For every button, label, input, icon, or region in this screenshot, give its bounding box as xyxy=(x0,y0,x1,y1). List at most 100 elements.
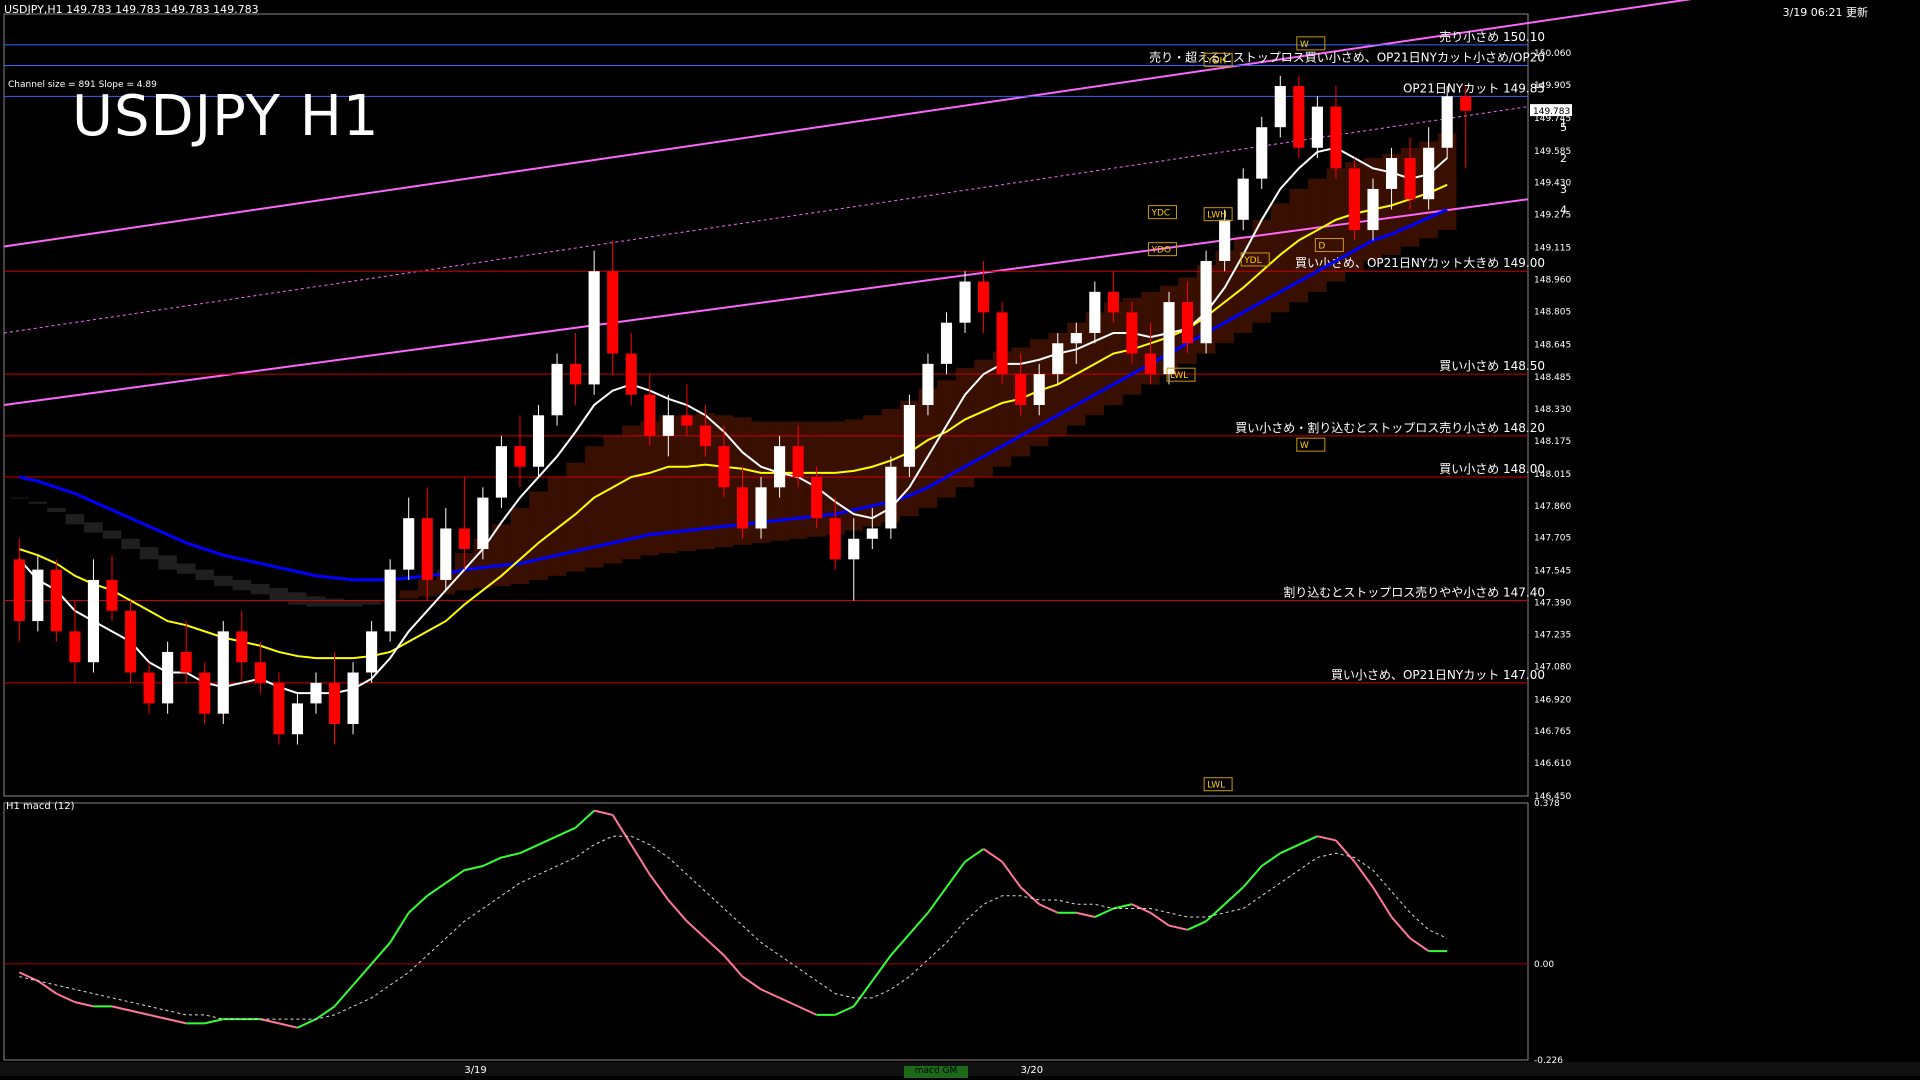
macd-line-segment xyxy=(667,899,688,922)
macd-line-segment xyxy=(18,971,39,982)
macd-line-segment xyxy=(278,1022,298,1029)
candle-body xyxy=(1423,147,1435,200)
y-tick-label: 149.115 xyxy=(1534,244,1571,254)
price-level-label: OP21日NYカット 149.85 xyxy=(1403,81,1545,95)
macd-line-segment xyxy=(315,1005,336,1020)
price-level-label: 買い小さめ 148.00 xyxy=(1439,462,1545,476)
ichimoku-cloud-segment xyxy=(399,590,418,599)
candle-body xyxy=(1330,106,1342,169)
candle-body xyxy=(681,415,693,426)
macd-line-segment xyxy=(1168,924,1188,931)
level-tag: D xyxy=(1318,242,1325,252)
candle-body xyxy=(736,487,749,529)
y-tick-label: 147.860 xyxy=(1534,502,1571,512)
candle-body xyxy=(866,528,878,539)
candle-body xyxy=(940,322,953,364)
candle-body xyxy=(551,363,563,416)
macd-line-segment xyxy=(148,1013,168,1021)
macd-line-segment xyxy=(37,980,57,995)
y-tick-label: 148.330 xyxy=(1534,405,1571,415)
candle-body xyxy=(217,631,229,714)
level-tag: LWH xyxy=(1207,211,1227,221)
candle-body xyxy=(978,281,990,313)
indicator-tag[interactable]: macd GM xyxy=(904,1066,968,1078)
candle-body xyxy=(514,446,526,467)
candle-body xyxy=(1070,332,1082,344)
candle-body xyxy=(328,682,341,724)
candle-body xyxy=(792,446,804,478)
ichimoku-cloud-segment xyxy=(232,579,252,591)
macd-line-segment xyxy=(333,984,354,1008)
ichimoku-cloud-segment xyxy=(529,491,548,580)
candle-body xyxy=(1126,312,1138,354)
candle-body xyxy=(959,281,971,323)
price-level-label: 買い小さめ 148.50 xyxy=(1439,359,1545,373)
ichimoku-cloud-segment xyxy=(47,507,66,513)
price-chart[interactable]: 150.060149.905149.745149.585149.430149.2… xyxy=(0,0,1920,1080)
macd-line-segment xyxy=(260,1018,280,1025)
ichimoku-cloud-segment xyxy=(158,555,177,570)
macd-tick-label: 0.378 xyxy=(1534,799,1560,809)
macd-line-segment xyxy=(426,882,447,897)
candle-body xyxy=(848,538,860,560)
candle-body xyxy=(774,446,786,488)
candle-body xyxy=(1219,219,1231,261)
macd-line-segment xyxy=(611,814,633,846)
level-tag: YDO xyxy=(1150,246,1171,256)
y-tick-label: 146.920 xyxy=(1534,695,1571,705)
candle-body xyxy=(829,518,841,560)
candle-body xyxy=(1256,127,1268,179)
ichimoku-cloud-segment xyxy=(306,596,326,607)
level-tag: YDH xyxy=(1206,56,1226,66)
macd-line-segment xyxy=(352,963,373,986)
macd-line-segment xyxy=(1390,916,1411,939)
candle-body xyxy=(106,579,118,611)
y-tick-label: 148.175 xyxy=(1534,437,1571,447)
candle-body xyxy=(996,312,1008,375)
ichimoku-cloud-segment xyxy=(195,569,214,580)
ichimoku-cloud-segment xyxy=(1233,236,1253,333)
ichimoku-cloud-segment xyxy=(10,497,29,499)
macd-line-segment xyxy=(538,835,558,846)
level-tag: LWL xyxy=(1207,781,1225,791)
macd-line-segment xyxy=(1279,843,1300,855)
macd-line-segment xyxy=(834,1005,855,1016)
macd-line-segment xyxy=(167,1018,187,1025)
candle-body xyxy=(477,497,489,550)
macd-line-segment xyxy=(519,843,539,855)
candle-body xyxy=(495,446,507,498)
macd-line-segment xyxy=(464,864,484,872)
time-axis-label: 3/19 xyxy=(464,1065,486,1076)
candle-body xyxy=(532,415,545,467)
y-tick-label: 146.610 xyxy=(1534,759,1571,769)
candle-body xyxy=(1015,374,1027,405)
candle-body xyxy=(1200,260,1212,344)
candle-body xyxy=(384,569,396,632)
ichimoku-cloud-segment xyxy=(566,462,585,572)
macd-line-segment xyxy=(1353,861,1374,888)
chart-window: USDJPY,H1 149.783 149.783 149.783 149.78… xyxy=(0,0,1920,1080)
macd-line-segment xyxy=(556,826,577,838)
candle-body xyxy=(625,353,637,395)
candle-body xyxy=(1367,188,1379,231)
macd-panel-frame xyxy=(3,802,1529,1061)
macd-line-segment xyxy=(1242,865,1263,888)
projection-number: 5 xyxy=(1560,121,1567,134)
ichimoku-cloud-segment xyxy=(84,522,103,533)
candle-body xyxy=(811,477,823,519)
price-level-label: 買い小さめ・割り込むとストップロス売り小さめ 148.20 xyxy=(1235,420,1545,435)
macd-line-segment xyxy=(983,848,1003,863)
macd-line-segment xyxy=(1205,903,1226,923)
candle-body xyxy=(1144,353,1157,375)
macd-line-segment xyxy=(630,844,651,876)
ichimoku-cloud-segment xyxy=(269,588,289,601)
candle-body xyxy=(755,487,767,529)
candle-body xyxy=(903,405,915,467)
candle-body xyxy=(1311,106,1323,148)
candle-body xyxy=(440,528,452,580)
candle-body xyxy=(644,394,656,436)
current-price-label: 149.783 xyxy=(1533,107,1570,117)
ichimoku-cloud-segment xyxy=(139,546,159,560)
macd-line-segment xyxy=(501,852,521,859)
macd-line-segment xyxy=(1019,886,1040,906)
